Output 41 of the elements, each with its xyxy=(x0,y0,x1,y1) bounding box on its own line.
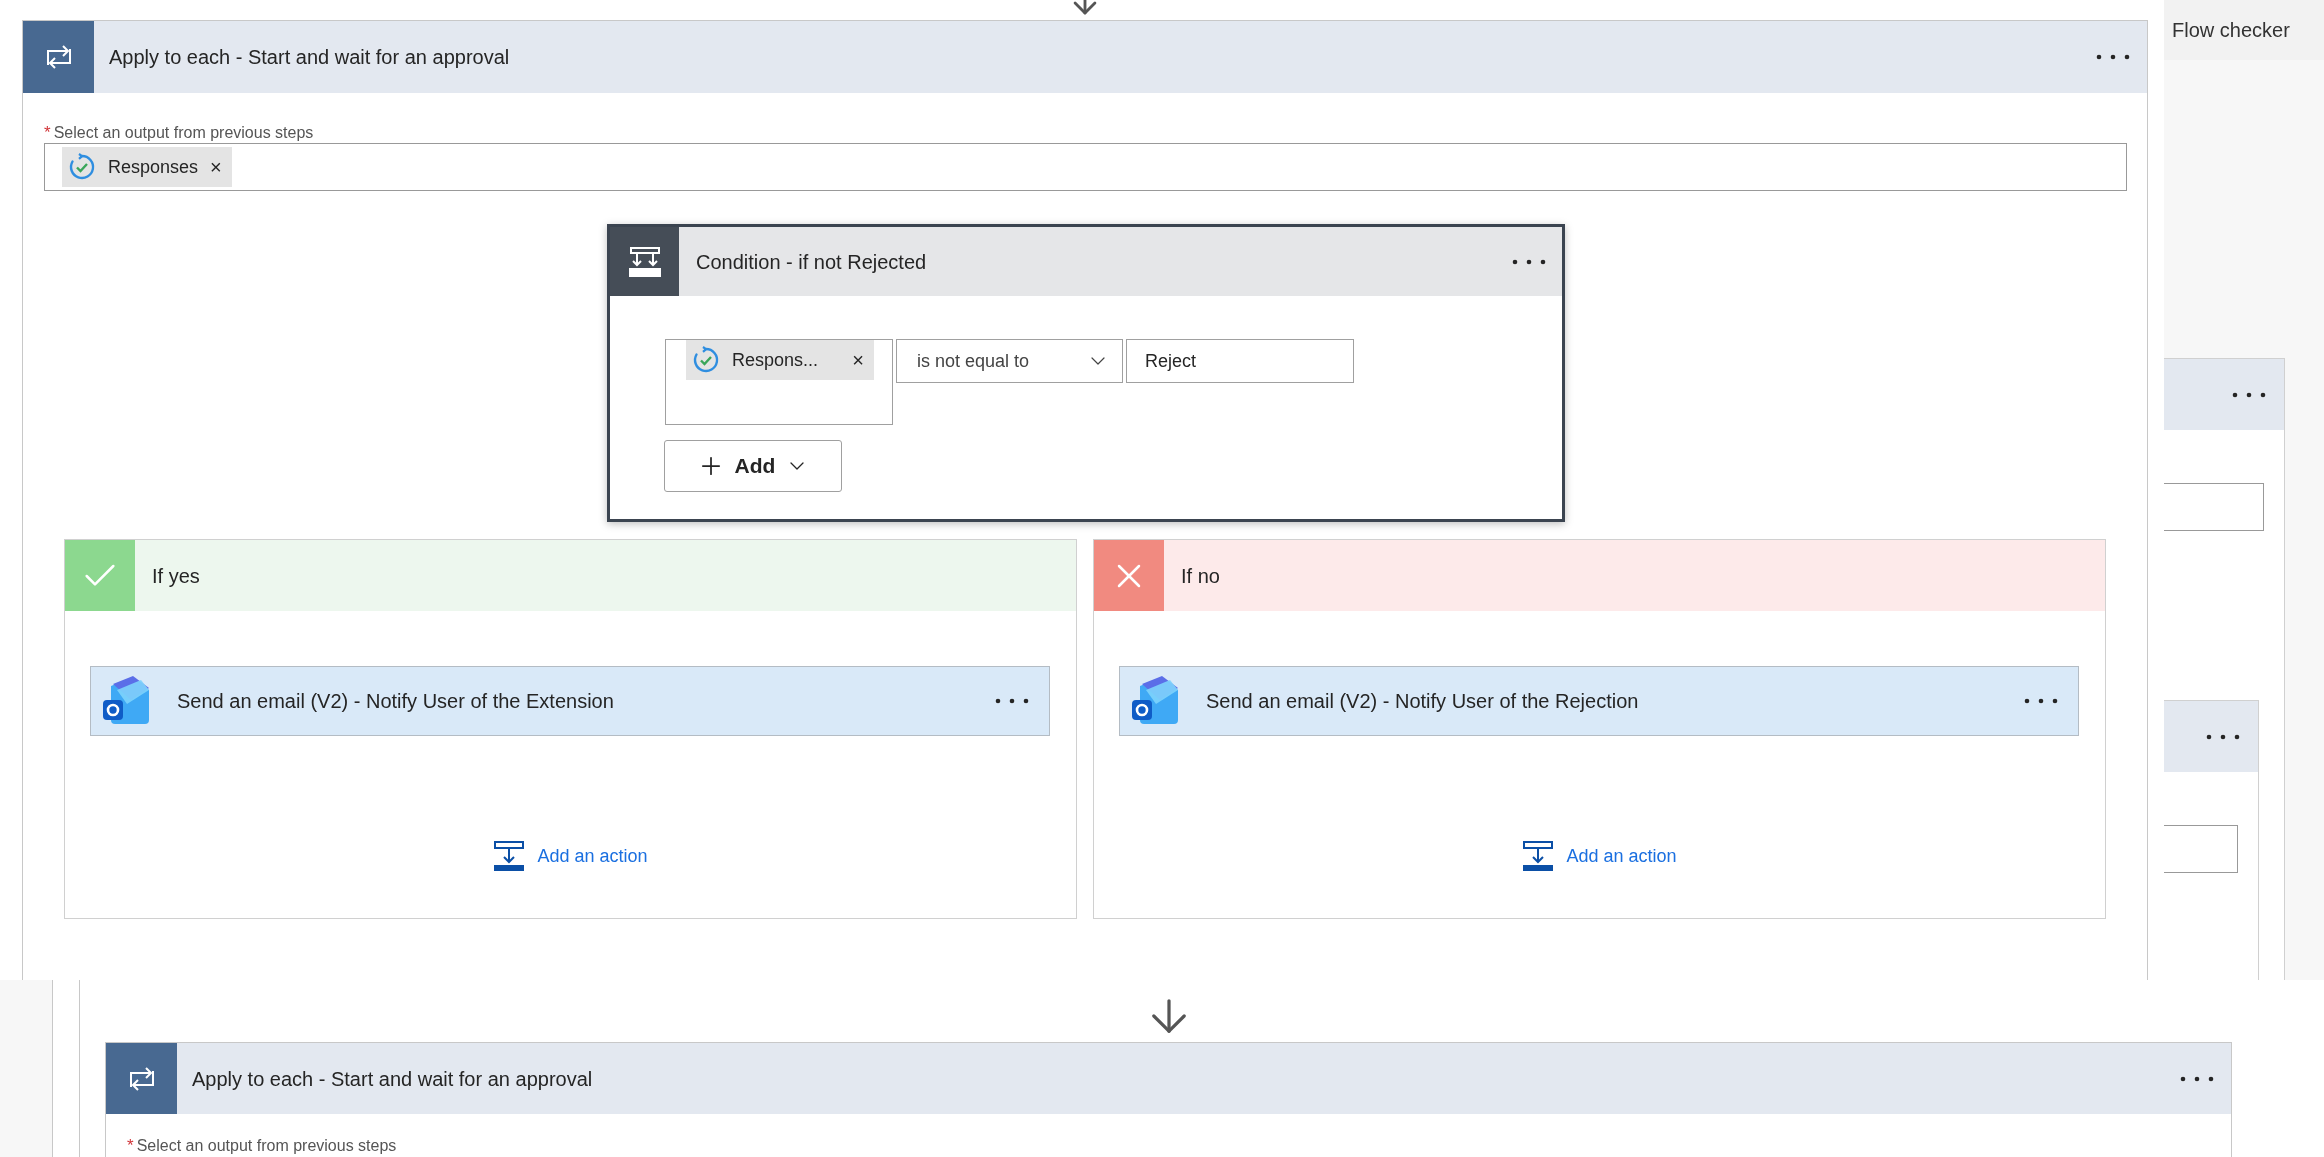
mail-app-icon xyxy=(1130,676,1180,726)
card-title: Apply to each - Start and wait for an approval xyxy=(192,1066,593,1092)
action-title: Send an email (V2) - Notify User of the Extension xyxy=(177,689,614,714)
more-icon[interactable] xyxy=(2024,698,2058,704)
add-action-icon xyxy=(1522,840,1555,872)
add-button[interactable]: Add xyxy=(664,440,842,492)
required-mark: * xyxy=(44,122,51,145)
value-field[interactable]: Reject xyxy=(1126,339,1354,383)
more-icon[interactable] xyxy=(2232,391,2266,398)
side-panel-title: Flow checker xyxy=(2172,18,2290,43)
condition-operand-field[interactable]: Respons... × xyxy=(665,339,893,425)
token-label: Responses xyxy=(108,155,199,179)
operator-dropdown[interactable]: is not equal to xyxy=(896,339,1123,383)
token-label: Respons... xyxy=(732,348,819,372)
condition-icon xyxy=(627,245,662,278)
branch-title: If no xyxy=(1181,563,1220,589)
card-title: Apply to each - Start and wait for an approval xyxy=(109,45,510,70)
required-mark: * xyxy=(127,1135,134,1157)
add-action-link[interactable]: Add an action xyxy=(1566,842,1677,870)
action-card[interactable]: Send an email (V2) - Notify User of the Extension xyxy=(90,666,1050,736)
more-icon[interactable] xyxy=(2096,54,2130,60)
field-label: Select an output from previous steps xyxy=(53,123,314,143)
more-icon[interactable] xyxy=(2180,1075,2214,1082)
action-card[interactable]: Send an email (V2) - Notify User of the Rejection xyxy=(1119,666,2079,736)
approval-icon xyxy=(692,346,720,374)
more-icon[interactable] xyxy=(2206,733,2240,740)
action-title: Send an email (V2) - Notify User of the Rejection xyxy=(1206,689,1639,714)
mail-app-icon xyxy=(101,676,151,726)
approval-icon xyxy=(68,153,96,181)
more-icon[interactable] xyxy=(995,698,1029,704)
remove-token-button[interactable]: × xyxy=(210,152,222,182)
token-chip[interactable]: Responses × xyxy=(62,147,232,187)
output-field[interactable]: Responses × xyxy=(44,143,2127,191)
remove-token-button[interactable]: × xyxy=(852,345,864,375)
add-action-icon xyxy=(493,840,526,872)
branch-title: If yes xyxy=(152,563,200,589)
token-chip[interactable]: Respons... × xyxy=(686,340,874,380)
more-icon[interactable] xyxy=(1512,258,1546,265)
add-action-link[interactable]: Add an action xyxy=(537,842,648,870)
condition-title: Condition - if not Rejected xyxy=(696,249,927,275)
field-label: Select an output from previous steps xyxy=(136,1136,397,1156)
